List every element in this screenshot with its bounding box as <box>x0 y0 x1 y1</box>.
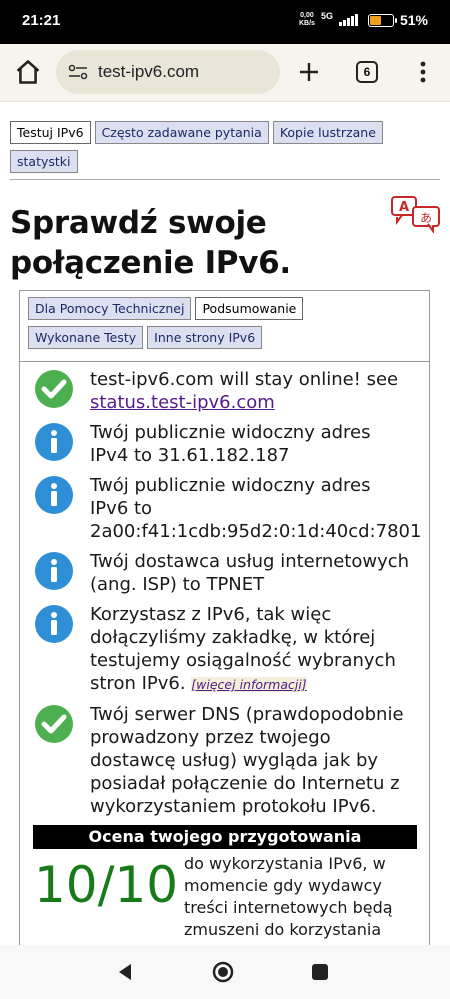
top-navigation: Testuj IPv6 Często zadawane pytania Kopie … <box>10 121 390 179</box>
tab-tech-support[interactable]: Dla Pomocy Technicznej <box>28 297 192 320</box>
tab-tests-run[interactable]: Wykonane Testy <box>28 326 144 349</box>
signal-icon <box>338 14 358 26</box>
info-icon <box>34 422 74 462</box>
result-row: Twój publicznie widoczny adres IPv6 to 2… <box>34 474 429 543</box>
more-menu-icon[interactable] <box>420 60 426 84</box>
result-row: Korzystasz z IPv6, tak więc dołączyliśmy… <box>34 603 429 696</box>
status-time: 21:21 <box>22 12 61 29</box>
system-navigation-bar <box>0 945 450 999</box>
page-title: Sprawdź swoje połączenie IPv6. <box>10 205 291 281</box>
address-bar[interactable]: test-ipv6.com <box>56 50 280 94</box>
new-tab-icon[interactable] <box>297 60 321 84</box>
battery-icon <box>367 13 397 27</box>
home-icon[interactable] <box>14 58 42 86</box>
readiness-score: 10/10 <box>34 856 179 914</box>
url-text: test-ipv6.com <box>98 62 200 81</box>
results-list: test-ipv6.com will stay online! see stat… <box>20 362 429 818</box>
recent-apps-icon[interactable] <box>312 964 328 980</box>
check-icon <box>34 704 74 744</box>
battery-percent: 51% <box>399 12 428 28</box>
result-row: Twój dostawca usług internetowych (ang. … <box>34 550 429 596</box>
tab-faq[interactable]: Często zadawane pytania <box>94 121 269 144</box>
svg-text:A: A <box>399 200 409 215</box>
more-info-link[interactable]: [więcej informacji] <box>191 677 307 692</box>
info-icon <box>34 551 74 591</box>
results-panel: Dla Pomocy Technicznej Podsumowanie Wykona… <box>19 290 430 945</box>
web-page: Testuj IPv6 Często zadawane pytania Kopie … <box>0 103 450 945</box>
result-row: Twój publicznie widoczny adres IPv4 to 3… <box>34 421 429 467</box>
status-icons: 0,00 KB/s 5G 51% <box>299 11 428 28</box>
tab-testuj-ipv6[interactable]: Testuj IPv6 <box>10 121 91 144</box>
tab-stats[interactable]: statystki <box>10 150 78 173</box>
back-icon[interactable] <box>116 963 134 981</box>
translate-icon[interactable]: A あ <box>391 195 441 233</box>
result-row: Twój serwer DNS (prawdopodobnie prowadzo… <box>34 703 429 818</box>
site-settings-icon[interactable] <box>68 64 88 80</box>
info-icon <box>34 475 74 515</box>
status-link[interactable]: status.test-ipv6.com <box>90 392 275 413</box>
tab-summary[interactable]: Podsumowanie <box>195 297 304 320</box>
divider <box>10 179 440 180</box>
tab-other-ipv6-sites[interactable]: Inne strony IPv6 <box>147 326 263 349</box>
check-icon <box>34 369 74 409</box>
result-row: test-ipv6.com will stay online! see stat… <box>34 368 429 414</box>
browser-toolbar: test-ipv6.com 6 <box>0 44 450 102</box>
tab-switcher-button[interactable]: 6 <box>356 61 378 83</box>
info-icon <box>34 604 74 644</box>
svg-text:あ: あ <box>420 211 432 225</box>
network-type: 5G <box>320 11 333 21</box>
sub-navigation: Dla Pomocy Technicznej Podsumowanie Wykona… <box>20 291 429 361</box>
readiness-heading: Ocena twojego przygotowania <box>33 825 417 849</box>
network-speed: 0,00 KB/s <box>299 12 315 27</box>
tab-mirrors[interactable]: Kopie lustrzane <box>272 121 383 144</box>
home-button-icon[interactable] <box>212 961 234 983</box>
status-bar: 21:21 0,00 KB/s 5G 51% <box>0 0 450 44</box>
readiness-score-block: 10/10 do wykorzystania IPv6, w momencie … <box>34 853 429 941</box>
readiness-description: do wykorzystania IPv6, w momencie gdy wy… <box>184 854 393 939</box>
